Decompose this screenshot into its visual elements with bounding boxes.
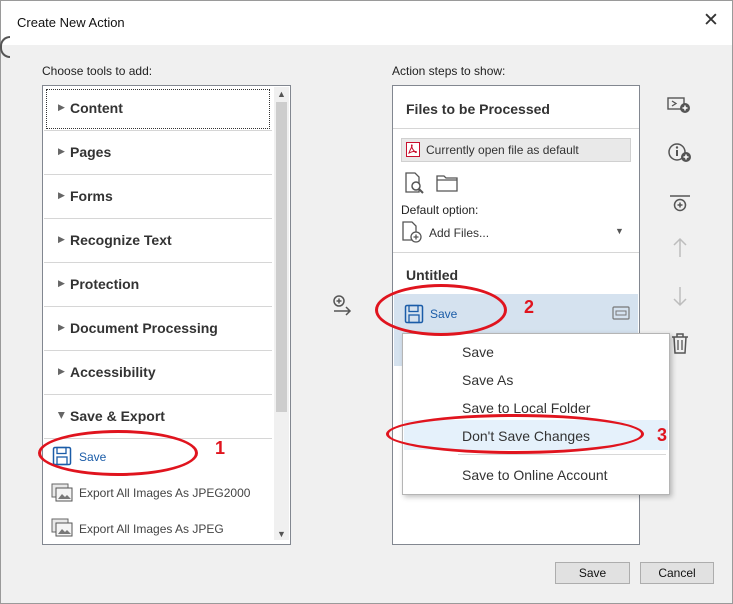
expand-triangle-icon: ▶ <box>58 102 65 112</box>
menu-item-save-to-online-account[interactable]: Save to Online Account <box>462 467 608 483</box>
annotation-ellipse-3 <box>386 414 644 454</box>
tool-group-accessibility[interactable]: ▶ Accessibility <box>44 351 272 395</box>
tool-item-export-jpeg2000[interactable]: Export All Images As JPEG2000 <box>79 486 250 500</box>
chevron-down-icon: ▼ <box>615 226 624 236</box>
tool-group-pages[interactable]: ▶ Pages <box>44 131 272 175</box>
expand-triangle-icon: ▶ <box>58 190 65 200</box>
pdf-file-icon <box>406 142 420 157</box>
expand-triangle-icon: ▶ <box>58 322 65 332</box>
step-options-icon[interactable] <box>612 305 630 321</box>
save-button[interactable]: Save <box>555 562 630 584</box>
files-heading: Files to be Processed <box>406 101 550 117</box>
annotation-number-1: 1 <box>215 438 226 458</box>
tool-group-protection[interactable]: ▶ Protection <box>44 263 272 307</box>
close-icon[interactable]: ✕ <box>700 10 722 32</box>
tool-group-recognize-text[interactable]: ▶ Recognize Text <box>44 219 272 263</box>
tool-group-content[interactable]: ▶ Content <box>44 87 272 131</box>
add-instruction-icon[interactable] <box>665 138 695 168</box>
menu-item-save[interactable]: Save <box>462 344 494 360</box>
add-step-arrow-icon[interactable] <box>331 294 355 318</box>
move-up-icon[interactable] <box>665 234 695 264</box>
divider <box>393 128 639 129</box>
current-file-option[interactable]: Currently open file as default <box>401 138 631 162</box>
add-files-dropdown[interactable]: Add Files... ▼ <box>401 220 629 244</box>
add-step-icon[interactable] <box>665 90 695 120</box>
cancel-button[interactable]: Cancel <box>640 562 714 584</box>
tool-group-forms[interactable]: ▶ Forms <box>44 175 272 219</box>
search-file-icon[interactable] <box>403 171 427 195</box>
scroll-thumb[interactable] <box>276 102 287 412</box>
scroll-up-arrow-icon[interactable]: ▲ <box>274 89 289 99</box>
expand-triangle-icon: ▶ <box>58 278 65 288</box>
annotation-ellipse-1 <box>38 430 198 476</box>
scroll-down-arrow-icon[interactable]: ▼ <box>274 529 289 539</box>
steps-label: Action steps to show: <box>392 64 506 78</box>
annotation-ellipse-2 <box>375 284 507 336</box>
menu-item-save-as[interactable]: Save As <box>462 372 513 388</box>
annotation-number-2: 2 <box>524 297 535 317</box>
move-down-icon[interactable] <box>665 282 695 312</box>
expand-triangle-icon: ▶ <box>58 366 65 376</box>
dialog-title: Create New Action <box>17 15 125 30</box>
folder-icon[interactable] <box>435 172 459 194</box>
annotation-number-3: 3 <box>657 425 668 445</box>
default-option-label: Default option: <box>401 203 479 217</box>
tools-list-panel: ▶ Content ▶ Pages ▶ Forms ▶ Recognize Te… <box>42 85 291 545</box>
tool-item-export-jpeg[interactable]: Export All Images As JPEG <box>79 522 224 536</box>
add-separator-icon[interactable] <box>665 188 695 218</box>
export-images-icon <box>51 518 75 538</box>
tools-label: Choose tools to add: <box>42 64 153 78</box>
collapse-triangle-icon: ▶ <box>56 412 67 419</box>
expand-triangle-icon: ▶ <box>58 234 65 244</box>
untitled-heading: Untitled <box>406 267 459 283</box>
divider <box>393 252 639 253</box>
export-images-icon <box>51 483 75 503</box>
add-file-icon <box>401 220 423 244</box>
expand-triangle-icon: ▶ <box>58 146 65 156</box>
tool-group-document-processing[interactable]: ▶ Document Processing <box>44 307 272 351</box>
menu-separator <box>458 454 666 455</box>
